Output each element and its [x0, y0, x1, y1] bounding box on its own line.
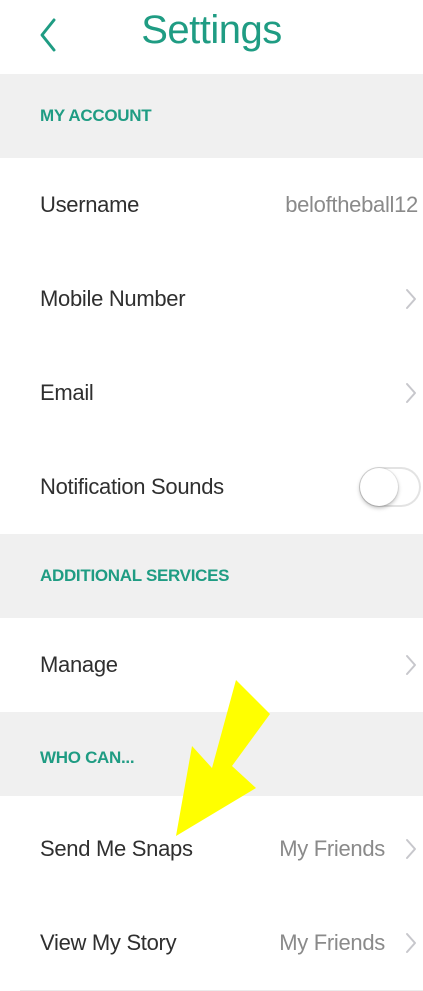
page-title: Settings [141, 8, 282, 52]
settings-row-username[interactable]: Username beloftheball12 [20, 158, 423, 253]
chevron-right-icon [406, 933, 416, 953]
section-title-additional-services: ADDITIONAL SERVICES [40, 566, 230, 585]
notification-sounds-label: Notification Sounds [40, 474, 224, 499]
navigation-bar: Settings [0, 0, 423, 74]
section-header-my-account: MY ACCOUNT [0, 74, 423, 158]
chevron-right-icon [406, 655, 416, 675]
send-me-snaps-label: Send Me Snaps [40, 836, 193, 861]
email-label: Email [40, 380, 94, 405]
chevron-right-icon [406, 383, 416, 403]
settings-row-email[interactable]: Email [20, 346, 423, 441]
toggle-knob [360, 468, 398, 506]
username-label: Username [40, 192, 140, 217]
settings-row-manage[interactable]: Manage [20, 618, 423, 713]
settings-row-notification-sounds: Notification Sounds [20, 440, 423, 535]
section-header-additional-services: ADDITIONAL SERVICES [0, 534, 423, 618]
settings-row-mobile-number[interactable]: Mobile Number [20, 252, 423, 347]
chevron-right-icon [406, 289, 416, 309]
section-title-who-can: WHO CAN... [40, 748, 135, 767]
view-my-story-value: My Friends [279, 930, 385, 955]
send-me-snaps-value: My Friends [279, 836, 385, 861]
view-my-story-label: View My Story [40, 930, 177, 955]
mobile-number-label: Mobile Number [40, 286, 186, 311]
section-title-my-account: MY ACCOUNT [40, 106, 152, 125]
username-value: beloftheball12 [285, 192, 418, 217]
settings-row-send-me-snaps[interactable]: Send Me Snaps My Friends [20, 802, 423, 897]
chevron-right-icon [406, 839, 416, 859]
notification-sounds-toggle[interactable] [359, 467, 421, 507]
settings-row-view-my-story[interactable]: View My Story My Friends [20, 896, 423, 991]
section-header-who-can: WHO CAN... [0, 712, 423, 796]
manage-label: Manage [40, 652, 118, 677]
